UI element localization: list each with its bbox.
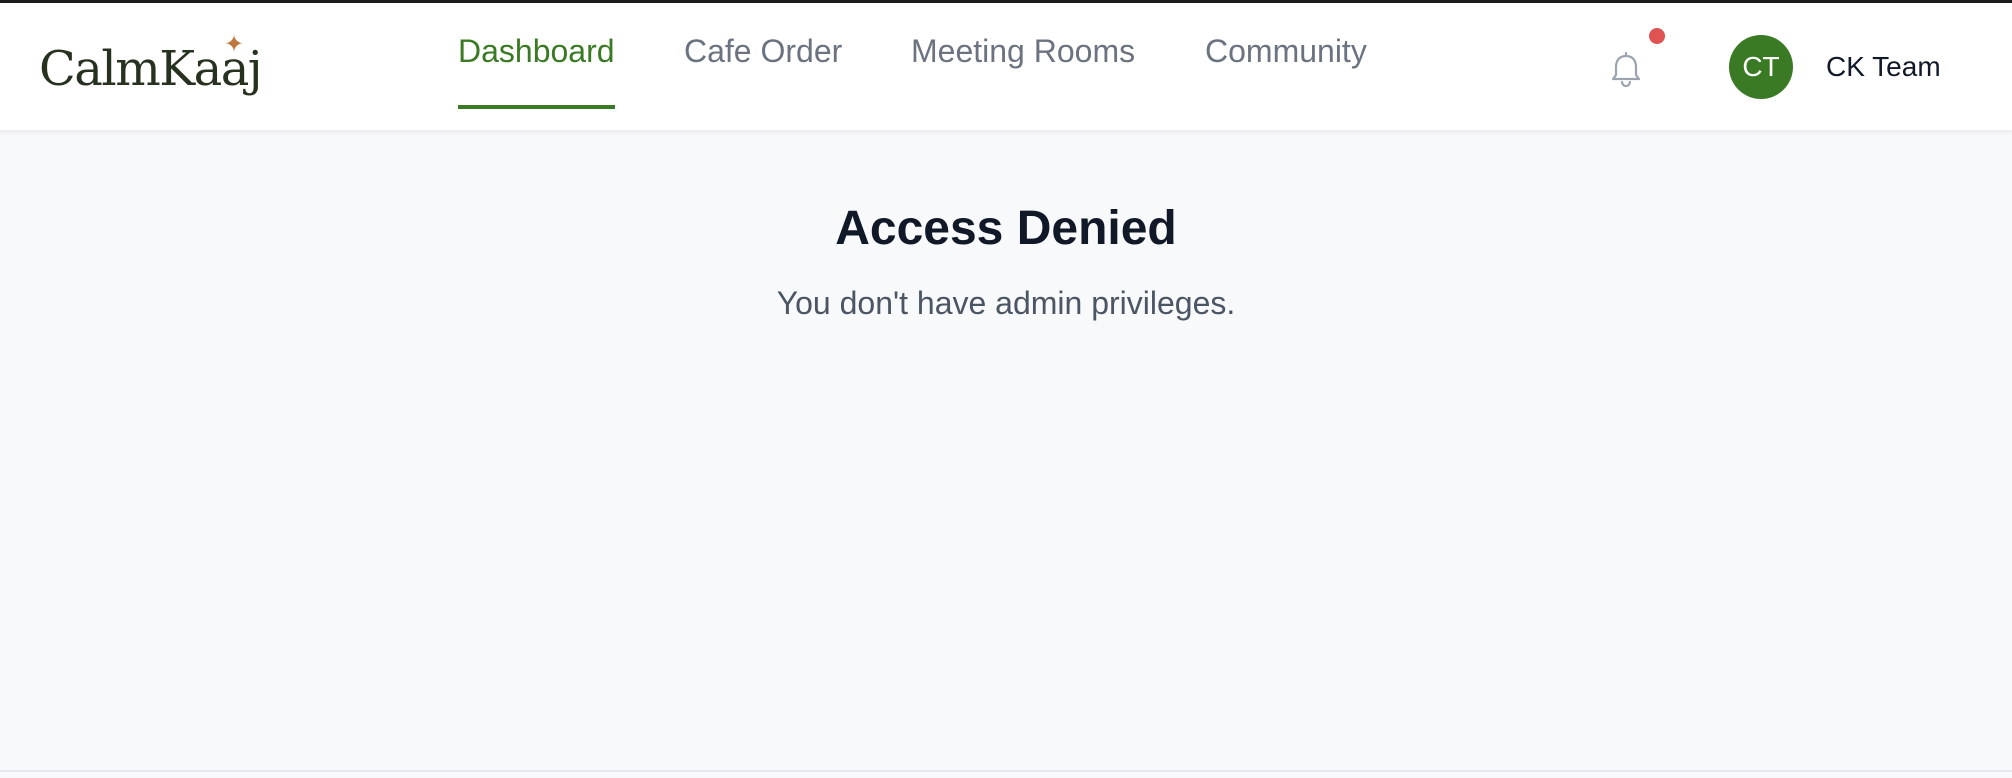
active-tab-underline	[458, 105, 615, 109]
page-title: Access Denied	[835, 202, 1177, 255]
nav-tab-community[interactable]: Community	[1205, 29, 1367, 111]
nav-tab-label: Meeting Rooms	[911, 33, 1136, 69]
logo-star-icon: ✦	[224, 31, 245, 58]
nav-tab-label: Cafe Order	[684, 33, 843, 69]
nav-tab-cafe-order[interactable]: Cafe Order	[684, 29, 842, 111]
notification-badge	[1649, 28, 1665, 44]
nav-tab-label: Dashboard	[458, 33, 615, 69]
nav-tab-meeting-rooms[interactable]: Meeting Rooms	[911, 29, 1135, 111]
access-denied-message: You don't have admin privileges.	[776, 285, 1236, 321]
user-avatar[interactable]: CT	[1729, 35, 1793, 99]
top-navigation-bar: CalmKaaj ✦ Dashboard Cafe Order Meeting …	[0, 3, 2012, 131]
page-bottom-border	[0, 770, 2012, 772]
nav-tab-dashboard[interactable]: Dashboard	[458, 29, 615, 111]
notification-bell-icon[interactable]	[1608, 50, 1644, 90]
user-name[interactable]: CK Team	[1826, 49, 1941, 85]
nav-tab-label: Community	[1205, 33, 1367, 69]
